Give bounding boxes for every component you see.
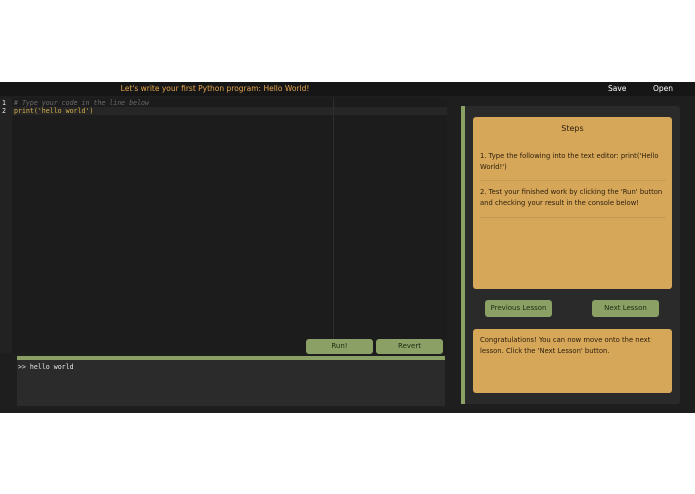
lesson-panel: Steps 1. Type the following into the tex… [461, 106, 680, 404]
lesson-title: Let's write your first Python program: H… [120, 84, 310, 93]
top-bar: Let's write your first Python program: H… [0, 82, 695, 96]
app-window: Let's write your first Python program: H… [0, 82, 695, 413]
steps-title: Steps [561, 124, 584, 133]
console-output[interactable]: >> hello world [17, 360, 445, 406]
code-line[interactable]: print('hello world') [14, 107, 93, 115]
line-number: 1 [2, 99, 6, 107]
step-item-2: 2. Test your finished work by clicking t… [480, 188, 663, 207]
revert-button[interactable]: Revert [376, 339, 443, 354]
line-number-gutter: 1 2 [0, 98, 12, 353]
run-button[interactable]: Run! [306, 339, 373, 354]
panel-accent-border [461, 106, 465, 404]
open-button[interactable]: Open [653, 82, 673, 96]
step-divider [480, 217, 666, 218]
steps-card: Steps 1. Type the following into the tex… [473, 117, 672, 289]
congratulations-message: Congratulations! You can now move onto t… [480, 336, 651, 355]
save-button[interactable]: Save [608, 82, 626, 96]
step-divider [480, 180, 666, 181]
console-output-line: >> hello world [18, 363, 74, 371]
code-editor[interactable]: 1 2 # Type your code in the line below p… [0, 98, 447, 353]
next-lesson-button[interactable]: Next Lesson [592, 300, 659, 317]
code-comment-line[interactable]: # Type your code in the line below [14, 99, 149, 107]
step-item-1: 1. Type the following into the text edit… [480, 152, 659, 171]
print-margin [333, 98, 334, 353]
message-card: Congratulations! You can now move onto t… [473, 329, 672, 393]
line-number: 2 [2, 107, 6, 115]
previous-lesson-button[interactable]: Previous Lesson [485, 300, 552, 317]
